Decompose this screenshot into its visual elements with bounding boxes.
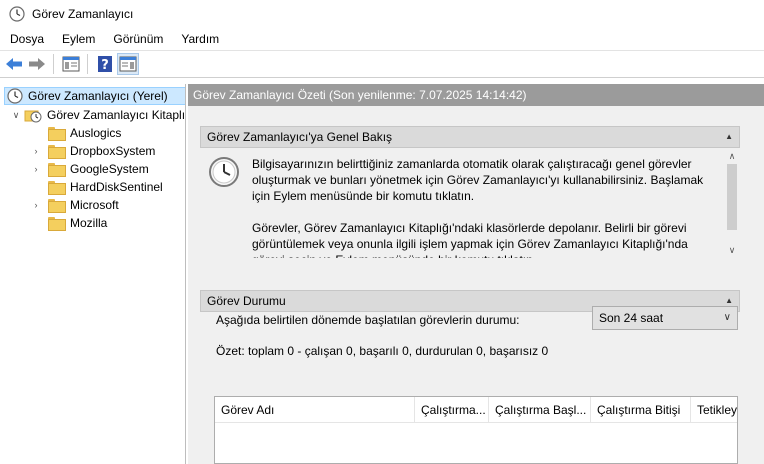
scroll-down-icon[interactable]: ∨ (724, 242, 740, 258)
chevron-right-icon[interactable]: › (30, 200, 42, 210)
tree-item-library[interactable]: ∨ Görev Zamanlayıcı Kitaplığı (10, 106, 186, 124)
console-tree-icon[interactable] (60, 53, 82, 75)
overview-scrollbar[interactable]: ∧ ∨ (724, 148, 740, 258)
tree-folder[interactable]: HardDiskSentinel (30, 178, 163, 196)
help-icon[interactable]: ? (94, 53, 116, 75)
tree-item-label: HardDiskSentinel (70, 180, 163, 194)
folder-icon (48, 181, 66, 195)
tree-item-root[interactable]: Görev Zamanlayıcı (Yerel) (4, 87, 185, 105)
toolbar-separator (53, 54, 54, 74)
tree-item-label: Görev Zamanlayıcı (Yerel) (28, 89, 168, 103)
library-folder-clock-icon (24, 110, 42, 123)
status-period-label: Aşağıda belirtilen dönemde başlatılan gö… (216, 313, 520, 327)
menu-action[interactable]: Eylem (53, 28, 104, 50)
title-bar: Görev Zamanlayıcı (0, 0, 764, 28)
chevron-down-icon[interactable]: ∨ (10, 110, 22, 121)
overview-text: Bilgisayarınızın belirttiğiniz zamanlard… (252, 156, 720, 258)
tree-folder[interactable]: › DropboxSystem (30, 142, 155, 160)
clock-icon (9, 6, 25, 22)
column-run-end[interactable]: Çalıştırma Bitişi (591, 397, 691, 423)
tree-item-label: GoogleSystem (70, 162, 149, 176)
folder-icon (48, 127, 66, 141)
forward-icon[interactable] (26, 53, 48, 75)
clock-icon (209, 157, 239, 187)
summary-pane: Görev Zamanlayıcı Özeti (Son yenilenme: … (188, 84, 764, 464)
menu-view[interactable]: Görünüm (104, 28, 172, 50)
tree-folder[interactable]: Mozilla (30, 214, 107, 232)
menu-bar: Dosya Eylem Görünüm Yardım (0, 28, 764, 50)
column-run-result[interactable]: Çalıştırma... (415, 397, 489, 423)
period-value: Son 24 saat (599, 311, 664, 325)
chevron-right-icon[interactable]: › (30, 146, 42, 156)
status-summary: Özet: toplam 0 - çalışan 0, başarılı 0, … (216, 344, 549, 358)
clock-icon (7, 88, 23, 104)
summary-header: Görev Zamanlayıcı Özeti (Son yenilenme: … (188, 84, 764, 106)
window-title: Görev Zamanlayıcı (32, 7, 134, 21)
tree-item-label: Görev Zamanlayıcı Kitaplığı (47, 108, 186, 122)
folder-icon (48, 217, 66, 231)
tree-item-label: Auslogics (70, 126, 122, 140)
folder-icon (48, 163, 66, 177)
tree-folder[interactable]: › Microsoft (30, 196, 119, 214)
column-task-name[interactable]: Görev Adı (215, 397, 415, 423)
action-pane-icon[interactable] (117, 53, 139, 75)
collapse-up-icon[interactable]: ▲ (725, 127, 733, 147)
menu-help[interactable]: Yardım (172, 28, 228, 50)
tree-item-label: Mozilla (70, 216, 108, 230)
status-title: Görev Durumu (207, 294, 286, 308)
summary-body[interactable]: Görev Zamanlayıcı'ya Genel Bakış ▲ Bilgi… (188, 106, 764, 464)
svg-text:?: ? (101, 58, 109, 73)
overview-paragraph: Bilgisayarınızın belirttiğiniz zamanlard… (252, 157, 704, 203)
table-header: Görev Adı Çalıştırma... Çalıştırma Başl.… (215, 397, 737, 423)
back-icon[interactable] (3, 53, 25, 75)
column-triggered-by[interactable]: Tetikley (691, 397, 737, 423)
toolbar: ? (0, 50, 764, 78)
period-dropdown[interactable]: Son 24 saat ∨ (592, 306, 738, 330)
tree-item-label: Microsoft (70, 198, 119, 212)
overview-section-header[interactable]: Görev Zamanlayıcı'ya Genel Bakış ▲ (200, 126, 740, 148)
chevron-right-icon[interactable]: › (30, 164, 42, 174)
folder-icon (48, 199, 66, 213)
scroll-up-icon[interactable]: ∧ (724, 148, 740, 164)
overview-paragraph: Görevler, Görev Zamanlayıcı Kitaplığı'nd… (252, 221, 688, 258)
overview-content: Bilgisayarınızın belirttiğiniz zamanlard… (200, 148, 740, 258)
column-run-start[interactable]: Çalıştırma Başl... (489, 397, 591, 423)
task-status-table[interactable]: Görev Adı Çalıştırma... Çalıştırma Başl.… (214, 396, 738, 464)
overview-title: Görev Zamanlayıcı'ya Genel Bakış (207, 130, 393, 144)
tree-folder[interactable]: › GoogleSystem (30, 160, 149, 178)
toolbar-separator (87, 54, 88, 74)
tree-item-label: DropboxSystem (70, 144, 156, 158)
console-tree: Görev Zamanlayıcı (Yerel) ∨ Görev Zamanl… (0, 84, 186, 464)
tree-folder[interactable]: Auslogics (30, 124, 121, 142)
folder-icon (48, 145, 66, 159)
chevron-down-icon: ∨ (723, 312, 731, 323)
menu-file[interactable]: Dosya (0, 28, 53, 50)
scrollbar-thumb[interactable] (727, 164, 737, 230)
